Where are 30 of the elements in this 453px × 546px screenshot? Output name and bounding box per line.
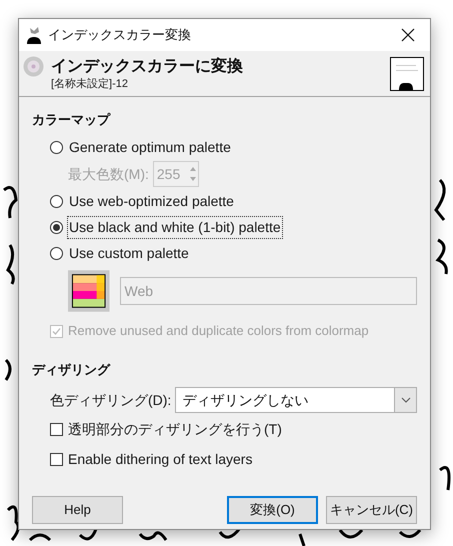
- image-thumbnail: [390, 56, 424, 90]
- dithering-dropdown[interactable]: ディザリングしない: [175, 387, 417, 413]
- section-heading: ディザリング: [32, 361, 112, 379]
- radio-button[interactable]: [50, 140, 63, 154]
- radio-label: Use web-optimized palette: [68, 192, 235, 211]
- checkbox[interactable]: [50, 453, 63, 466]
- radio-label: Use custom palette: [68, 244, 190, 263]
- radio-button[interactable]: [50, 246, 63, 260]
- radio-label: Use black and white (1-bit) palette: [68, 216, 282, 238]
- palette-icon: [23, 56, 44, 77]
- checkbox[interactable]: [50, 423, 63, 436]
- section-heading: カラーマップ: [32, 111, 112, 129]
- help-button[interactable]: Help: [32, 496, 123, 524]
- radio-label: Generate optimum palette: [68, 138, 232, 157]
- radio-button[interactable]: [50, 194, 63, 208]
- radio-button[interactable]: [50, 220, 63, 234]
- palette-swatch[interactable]: [68, 270, 110, 312]
- dropdown-label: 色ディザリング(D):: [50, 390, 172, 410]
- chevron-icon: [394, 388, 416, 412]
- dialog-heading: インデックスカラーに変換: [51, 56, 244, 76]
- checkbox-label: 透明部分のディザリングを行う(T): [68, 420, 282, 439]
- max-colors-label: 最大色数(M):: [68, 164, 149, 184]
- app-icon: [26, 26, 42, 44]
- checkbox-label: Remove unused and duplicate colors from colormap: [68, 322, 369, 340]
- checkbox-label: Enable dithering of text layers: [68, 450, 252, 469]
- close-icon[interactable]: [401, 28, 415, 42]
- window-title: インデックスカラー変換: [48, 26, 192, 44]
- cancel-button[interactable]: キャンセル(C): [326, 496, 417, 524]
- convert-button[interactable]: 変換(O): [227, 496, 318, 524]
- image-name: [名称未設定]-12: [51, 76, 130, 90]
